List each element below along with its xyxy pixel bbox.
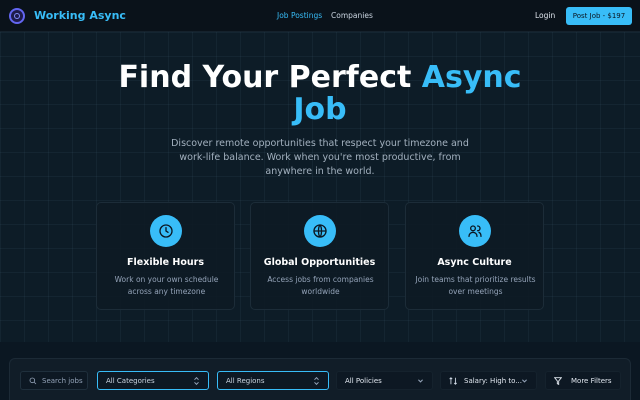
- chevron-updown-icon: [193, 376, 200, 387]
- search-jobs-field[interactable]: Search jobs: [20, 371, 88, 390]
- sort-select[interactable]: Salary: High to...: [440, 371, 537, 390]
- more-filters-label: More Filters: [571, 376, 612, 385]
- chevron-down-icon: [417, 377, 424, 386]
- search-placeholder: Search jobs: [42, 376, 83, 385]
- category-select[interactable]: All Categories: [97, 371, 209, 390]
- more-filters-button[interactable]: More Filters: [545, 371, 621, 390]
- hero-title-accent: Async: [421, 60, 522, 95]
- category-value: All Categories: [106, 376, 155, 385]
- filter-icon: [554, 376, 562, 385]
- policy-value: All Policies: [345, 376, 382, 385]
- hero-subtitle: Discover remote opportunities that respe…: [171, 138, 469, 177]
- top-navbar: Working Async Job Postings Companies Log…: [0, 0, 640, 32]
- feature-title: Flexible Hours: [127, 257, 204, 268]
- nav-companies[interactable]: Companies: [331, 11, 373, 20]
- chevron-updown-icon: [313, 376, 320, 387]
- feature-card-flexible-hours: Flexible Hours Work on your own schedule…: [96, 202, 235, 310]
- feature-description: Work on your own schedule across any tim…: [114, 275, 219, 296]
- feature-card-async-culture: Async Culture Join teams that prioritize…: [405, 202, 544, 310]
- hero-title: Find Your Perfect Async Job: [0, 62, 640, 126]
- feature-card-global-opportunities: Global Opportunities Access jobs from co…: [250, 202, 389, 310]
- hero-title-accent-2: Job: [293, 92, 347, 127]
- login-link[interactable]: Login: [535, 11, 555, 20]
- users-icon: [459, 215, 491, 247]
- region-value: All Regions: [226, 376, 265, 385]
- sort-icon: [449, 376, 458, 385]
- clock-icon: [150, 215, 182, 247]
- chevron-down-icon: [521, 377, 528, 386]
- policy-select[interactable]: All Policies: [336, 371, 433, 390]
- feature-title: Global Opportunities: [263, 257, 376, 268]
- globe-icon: [304, 215, 336, 247]
- nav-job-postings[interactable]: Job Postings: [277, 11, 322, 20]
- feature-description: Access jobs from companies worldwide: [267, 275, 374, 296]
- feature-title: Async Culture: [437, 257, 512, 268]
- brand-name[interactable]: Working Async: [34, 9, 126, 22]
- hero-title-main: Find Your Perfect: [118, 60, 422, 95]
- logo-icon[interactable]: [9, 8, 25, 24]
- search-icon: [29, 377, 37, 385]
- post-job-button[interactable]: Post Job - $197: [566, 7, 632, 25]
- sort-value: Salary: High to...: [464, 376, 522, 385]
- feature-description: Join teams that prioritize results over …: [415, 275, 536, 296]
- region-select[interactable]: All Regions: [217, 371, 329, 390]
